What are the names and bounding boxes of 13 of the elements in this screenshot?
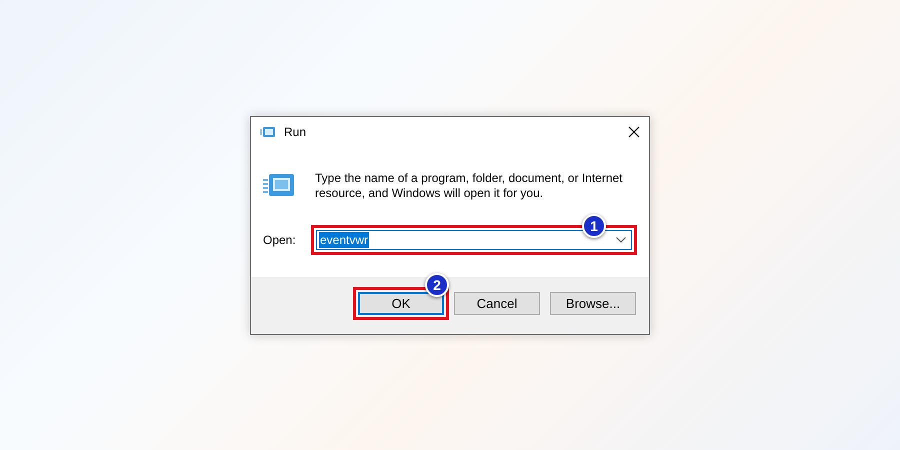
dropdown-caret-icon[interactable] [616, 236, 626, 242]
window-title: Run [284, 124, 308, 138]
callout-badge: 2 [425, 272, 449, 296]
dialog-button[interactable]: OK [358, 292, 444, 314]
dialog-button[interactable]: Browse... [550, 292, 636, 314]
dialog-button[interactable]: Cancel [454, 292, 540, 314]
close-icon[interactable] [628, 126, 640, 138]
open-label: Open: [263, 232, 297, 246]
open-field[interactable]: eventvwr [316, 230, 632, 250]
run-icon [263, 172, 295, 196]
instruction-text: Type the name of a program, folder, document, or Internet resource, and Windows will open it for you. [315, 170, 624, 200]
run-icon [260, 126, 276, 138]
callout-badge: 1 [582, 214, 606, 238]
